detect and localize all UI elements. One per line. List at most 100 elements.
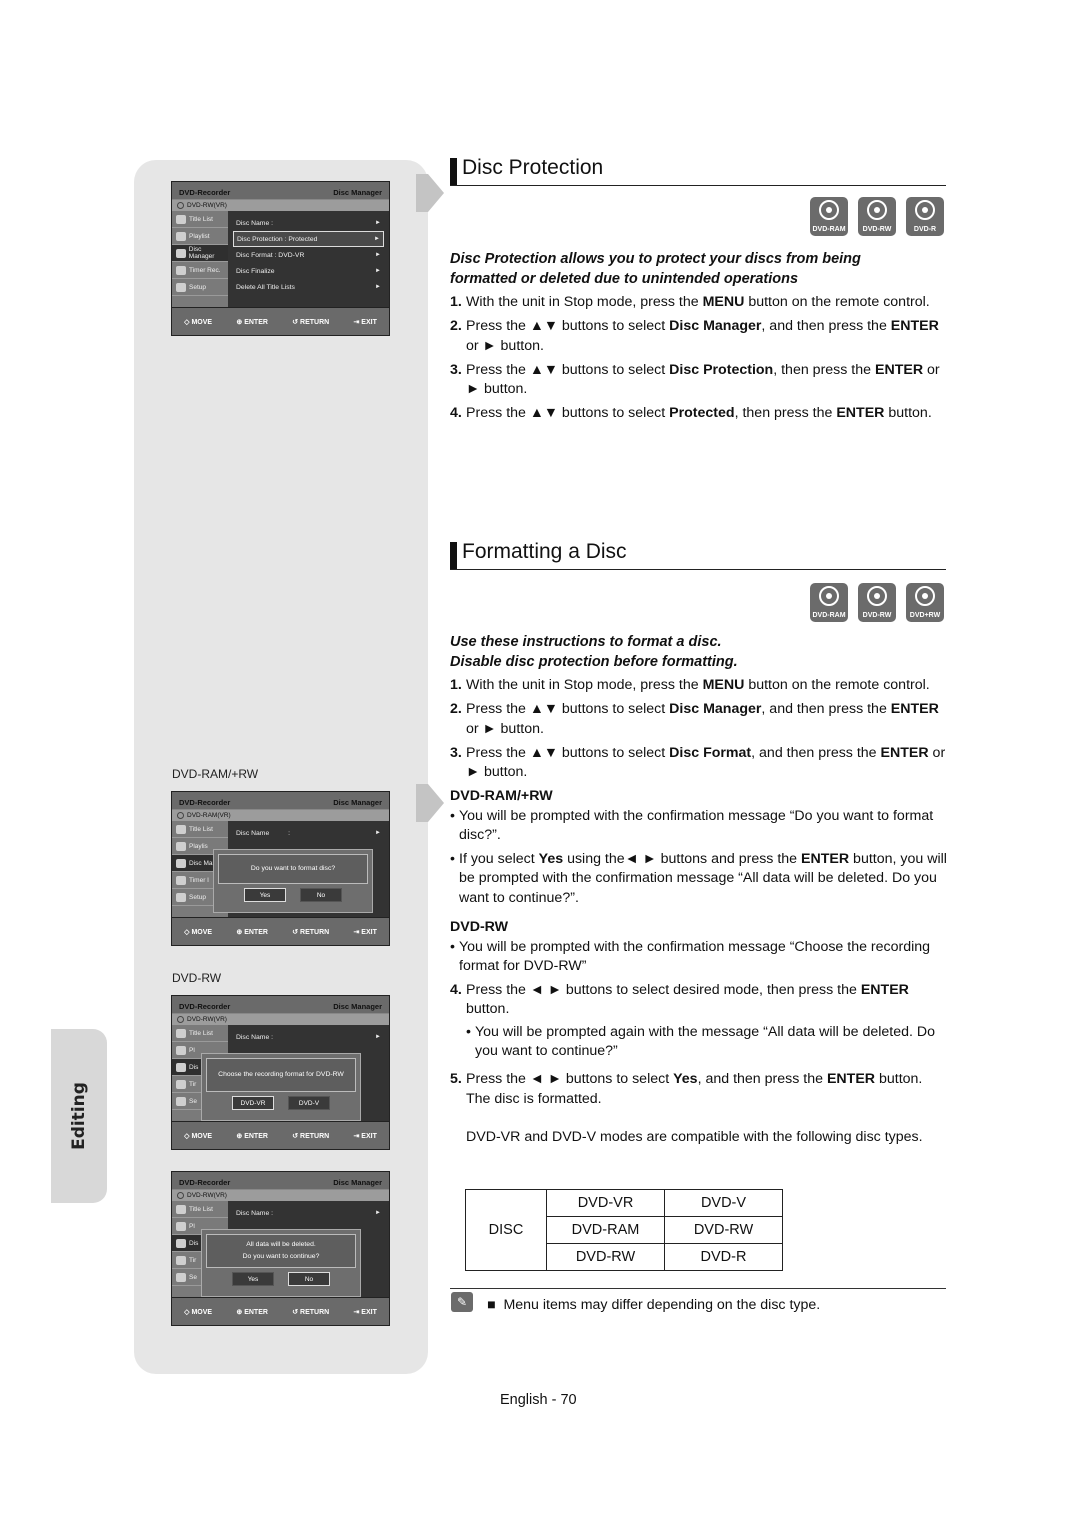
note: ■ Menu items may differ depending on the… [487, 1297, 821, 1313]
gear-icon [176, 892, 186, 902]
subheading-dvd-ram: DVD-RAM/+RW [450, 788, 553, 804]
result-text: The disc is formatted. [466, 1090, 602, 1107]
osd-side-title-list: Title List [172, 211, 228, 228]
compatibility-table: DISC DVD-VR DVD-V DVD-RAM DVD-RW DVD-RW … [465, 1189, 783, 1271]
osd-format-confirm: DVD-Recorder Disc Manager DVD-RW(VR) Titl… [171, 1171, 390, 1326]
osd-footer-return: ↺ RETURN [292, 318, 330, 326]
osd-app-title: DVD-Recorder [179, 188, 231, 197]
step: 5. Press the ◄ ► buttons to select Yes, a… [450, 1070, 950, 1148]
osd-format-ram: DVD-Recorder Disc Manager DVD-RAM(VR) Tit… [171, 791, 390, 946]
film-icon [176, 1028, 186, 1038]
table-cell: DVD-RW [546, 1243, 665, 1271]
recording-format-dialog: Choose the recording format for DVD-RW D… [201, 1053, 361, 1121]
osd-menu-item: Disc Name : ► [236, 219, 381, 227]
table-col-header: DVD-VR [546, 1189, 665, 1217]
osd-footer-move: ◇ MOVE [184, 318, 213, 326]
osd-menu-item-selected: Disc Protection : Protected ► [233, 231, 384, 247]
page-number: English - 70 [500, 1392, 577, 1408]
compat-text: DVD-VR and DVD-V modes are compatible wi… [466, 1129, 923, 1145]
step: 2. Press the ▲▼ buttons to select Disc Ma… [450, 701, 939, 737]
step: 1. With the unit in Stop mode, press the … [450, 294, 930, 310]
subheading-dvd-rw: DVD-RW [450, 919, 509, 935]
supported-discs: DVD-RAM DVD-RW DVD-R [810, 197, 944, 236]
osd-section: Disc Manager [333, 188, 382, 197]
table-cell: DVD-RW [664, 1216, 783, 1244]
bullet: • You will be prompted again with the mes… [466, 1023, 936, 1060]
osd-side-playlist: Playlist [172, 228, 228, 245]
gear-icon [176, 282, 186, 292]
yes-button[interactable]: Yes [244, 888, 286, 902]
step: 4. Press the ◄ ► buttons to select desire… [450, 981, 950, 1066]
step: 3. Press the ▲▼ buttons to select Disc Fo… [450, 744, 946, 781]
dvd-r-disc-icon: DVD-R [906, 197, 944, 236]
dvd-rw-disc-icon: DVD-RW [858, 583, 896, 622]
disc-manager-icon [176, 1238, 186, 1248]
table-row-header: DISC [465, 1189, 547, 1271]
osd-side-disc-manager: Disc Manager [172, 245, 228, 262]
format-confirm-dialog: Do you want to format disc? Yes No [213, 849, 373, 913]
disc-icon [177, 1016, 184, 1023]
screen-caption: DVD-RW [172, 971, 222, 985]
playlist-icon [176, 231, 186, 241]
section-title: Disc Protection [462, 156, 604, 179]
supported-discs: DVD-RAM DVD-RW DVD+RW [810, 583, 944, 622]
dvd-rw-disc-icon: DVD-RW [858, 197, 896, 236]
bullet: • You will be prompted with the confirmat… [450, 938, 931, 975]
osd-format-rw: DVD-Recorder Disc Manager DVD-RW(VR) Titl… [171, 995, 390, 1150]
dvd-vr-button[interactable]: DVD-VR [232, 1096, 274, 1110]
osd-menu-item: Disc Format : DVD-VR ► [236, 251, 381, 259]
osd-footer-exit: ⇥ EXIT [353, 318, 377, 326]
section-intro: Disc Protection allows you to protect yo… [450, 251, 861, 287]
table-cell: DVD-R [664, 1243, 783, 1271]
no-button[interactable]: No [288, 1272, 330, 1286]
osd-menu-item: Disc Finalize ► [236, 267, 381, 275]
table-col-header: DVD-V [664, 1189, 783, 1217]
dvd-v-button[interactable]: DVD-V [288, 1096, 330, 1110]
section-title: Formatting a Disc [462, 540, 627, 563]
step: 2. Press the ▲▼ buttons to select Disc Ma… [450, 318, 939, 354]
pencil-note-icon: ✎ [451, 1292, 473, 1312]
playlist-icon [176, 841, 186, 851]
note-divider [450, 1288, 946, 1289]
osd-disc-type: DVD-RW(VR) [187, 202, 227, 209]
bullet: • If you select Yes using the◄ ► buttons … [450, 850, 947, 906]
osd-disc-protection: DVD-Recorder Disc Manager DVD-RW(VR) Titl… [171, 181, 390, 336]
dialog-message: All data will be deleted. Do you want to… [206, 1234, 356, 1268]
playlist-icon [176, 1221, 186, 1231]
step: 3. Press the ▲▼ buttons to select Disc Pr… [450, 361, 940, 398]
bullet: • You will be prompted with the confirmat… [450, 807, 934, 844]
clock-icon [176, 1255, 186, 1265]
section-tab-editing: Editing [51, 1029, 107, 1203]
clock-icon [176, 1079, 186, 1089]
delete-confirm-dialog: All data will be deleted. Do you want to… [201, 1229, 361, 1297]
osd-footer-enter: ⊕ ENTER [236, 318, 268, 326]
disc-manager-icon [176, 858, 186, 868]
step: 4. Press the ▲▼ buttons to select Protect… [450, 405, 932, 421]
film-icon [176, 1204, 186, 1214]
film-icon [176, 824, 186, 834]
formatting-steps: 1. With the unit in Stop mode, press the … [450, 676, 950, 1152]
disc-manager-icon [176, 248, 186, 258]
disc-manager-icon [176, 1062, 186, 1072]
disc-icon [177, 812, 184, 819]
clock-icon [176, 875, 186, 885]
disc-icon [177, 202, 184, 209]
osd-menu-item: Delete All Title Lists ► [236, 283, 381, 291]
dialog-message: Do you want to format disc? [218, 854, 368, 884]
table-cell: DVD-RAM [546, 1216, 665, 1244]
gear-icon [176, 1096, 186, 1106]
no-button[interactable]: No [300, 888, 342, 902]
gear-icon [176, 1272, 186, 1282]
section-heading-formatting: Formatting a Disc [450, 540, 946, 570]
film-icon [176, 214, 186, 224]
yes-button[interactable]: Yes [232, 1272, 274, 1286]
dvd-plus-rw-disc-icon: DVD+RW [906, 583, 944, 622]
dvd-ram-disc-icon: DVD-RAM [810, 197, 848, 236]
disc-icon [177, 1192, 184, 1199]
pointer-arrow-icon [416, 784, 444, 822]
dvd-ram-disc-icon: DVD-RAM [810, 583, 848, 622]
osd-side-timer-rec: Timer Rec. [172, 262, 228, 279]
section-tab-label: Editing [69, 1082, 89, 1150]
step: 1. With the unit in Stop mode, press the … [450, 677, 930, 693]
pointer-arrow-icon [416, 174, 444, 212]
